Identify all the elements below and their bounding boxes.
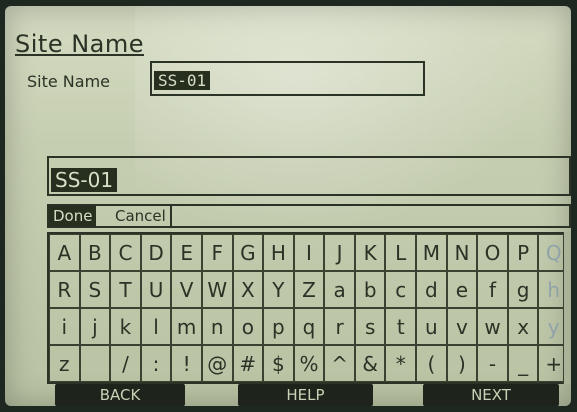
key-space[interactable] [79,345,111,382]
softkey-bar: BACK HELP NEXT [5,384,571,406]
key-P[interactable]: P [507,234,539,271]
key-p[interactable]: p [263,308,294,345]
key-C[interactable]: C [110,234,141,271]
cancel-button[interactable]: Cancel [111,206,172,226]
key-L[interactable]: L [385,234,417,271]
key-b[interactable]: b [354,271,386,308]
key-a[interactable]: a [324,271,355,308]
key-R[interactable]: R [49,271,80,308]
key-H[interactable]: H [263,234,294,271]
key-T[interactable]: T [110,271,141,308]
key-e[interactable]: e [446,271,478,308]
keyboard-scrollbar[interactable] [563,232,571,384]
key-symbol[interactable]: ^ [324,345,355,382]
done-button[interactable]: Done [49,206,97,226]
key-m[interactable]: m [171,308,202,345]
key-d[interactable]: d [416,271,447,308]
keyboard-entry-field[interactable]: SS-01 [47,156,571,196]
key-Y[interactable]: Y [263,271,294,308]
key-B[interactable]: B [79,234,111,271]
key-j[interactable]: j [79,308,111,345]
key-l[interactable]: l [140,308,172,345]
key-D[interactable]: D [140,234,172,271]
key-X[interactable]: X [232,271,264,308]
back-softkey[interactable]: BACK [55,384,185,406]
key-r[interactable]: r [324,308,355,345]
key-i[interactable]: i [49,308,80,345]
key-symbol[interactable]: : [140,345,172,382]
key-x[interactable]: x [507,308,539,345]
key-k[interactable]: k [110,308,141,345]
key-symbol[interactable]: ! [171,345,202,382]
key-U[interactable]: U [140,271,172,308]
key-symbol[interactable]: # [232,345,264,382]
key-n[interactable]: n [201,308,233,345]
site-name-label: Site Name [27,72,111,91]
lcd-screen: Site Name Site Name SS-01 SS-01 Done Can… [5,6,571,406]
key-M[interactable]: M [416,234,447,271]
key-symbol[interactable]: ( [416,345,447,382]
help-softkey[interactable]: HELP [238,384,373,406]
site-name-value: SS-01 [154,71,211,90]
key-symbol[interactable]: $ [263,345,294,382]
keyboard-action-row: Done Cancel [47,204,571,228]
key-Z[interactable]: Z [293,271,325,308]
key-O[interactable]: O [477,234,508,271]
key-v[interactable]: v [446,308,478,345]
key-J[interactable]: J [324,234,355,271]
key-o[interactable]: o [232,308,264,345]
key-w[interactable]: w [477,308,508,345]
key-symbol[interactable]: ) [446,345,478,382]
key-s[interactable]: s [354,308,386,345]
key-c[interactable]: c [385,271,417,308]
onscreen-keyboard: SS-01 Done Cancel ABCDEFGHIJKLMNOPQRSTUV… [47,156,571,406]
key-symbol[interactable]: - [477,345,508,382]
key-A[interactable]: A [49,234,80,271]
key-symbol[interactable]: @ [201,345,233,382]
key-g[interactable]: g [507,271,539,308]
key-S[interactable]: S [79,271,111,308]
key-symbol[interactable]: % [293,345,325,382]
key-K[interactable]: K [354,234,386,271]
keyboard-entry-value: SS-01 [51,168,118,192]
key-symbol[interactable]: * [385,345,417,382]
key-symbol[interactable]: & [354,345,386,382]
key-t[interactable]: t [385,308,417,345]
key-f[interactable]: f [477,271,508,308]
key-symbol[interactable]: _ [507,345,539,382]
key-grid: ABCDEFGHIJKLMNOPQRSTUVWXYZabcdefghijklmn… [47,232,571,384]
key-u[interactable]: u [416,308,447,345]
site-name-field[interactable]: SS-01 [150,61,425,96]
key-G[interactable]: G [232,234,264,271]
key-V[interactable]: V [171,271,202,308]
key-symbol[interactable]: / [110,345,141,382]
key-N[interactable]: N [446,234,478,271]
key-z[interactable]: z [49,345,80,382]
key-I[interactable]: I [293,234,325,271]
key-W[interactable]: W [201,271,233,308]
page-title: Site Name [15,30,145,58]
key-q[interactable]: q [293,308,325,345]
key-F[interactable]: F [201,234,233,271]
key-E[interactable]: E [171,234,202,271]
next-softkey[interactable]: NEXT [423,384,559,406]
